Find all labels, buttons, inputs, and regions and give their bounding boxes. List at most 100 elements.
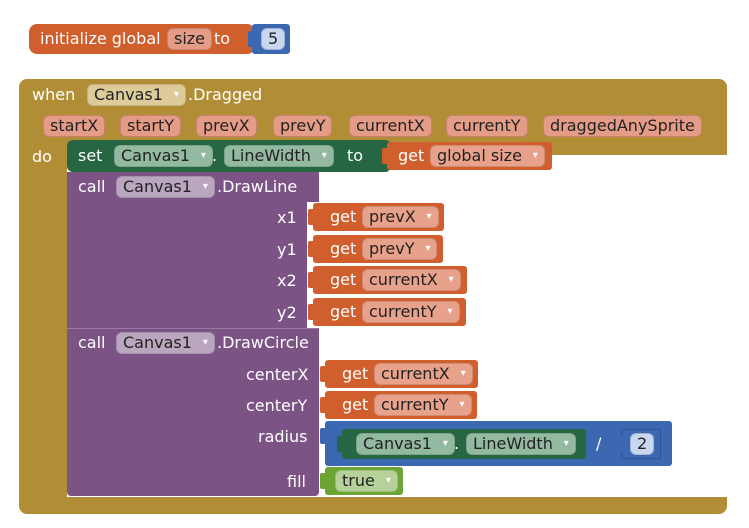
param-currentX[interactable]: currentX (349, 115, 432, 137)
global-var-name-field[interactable]: size (167, 28, 213, 50)
get-var-value: currentY (369, 302, 437, 321)
input-connector-icon (382, 148, 390, 164)
drawcircle-component-dropdown[interactable]: Canvas1 ▾ (116, 332, 215, 354)
get-label: get (342, 395, 369, 414)
get-currentX-block[interactable]: get currentX ▾ (320, 360, 478, 388)
input-connector-icon (308, 241, 316, 257)
get-var-value: global size (437, 146, 522, 165)
dropdown-arrow-icon: ▾ (442, 438, 448, 449)
input-connector-icon (308, 304, 316, 320)
set-component-dropdown[interactable]: Canvas1 ▾ (114, 145, 213, 167)
set-component-value: Canvas1 (121, 146, 190, 165)
param-currentY[interactable]: currentY (446, 115, 528, 137)
input-connector-icon (308, 272, 316, 288)
get-var-dropdown[interactable]: prevX ▾ (362, 206, 439, 228)
fill-value: true (342, 471, 375, 490)
drawline-component-dropdown[interactable]: Canvas1 ▾ (116, 176, 215, 198)
get-label: get (330, 207, 357, 226)
drawcircle-method-label: .DrawCircle (217, 333, 309, 352)
get-label: get (330, 239, 357, 258)
dropdown-arrow-icon: ▾ (532, 150, 538, 161)
param-prevY[interactable]: prevY (273, 115, 333, 137)
initialize-global-block[interactable]: initialize global size to (29, 24, 255, 54)
get-currentX-block[interactable]: get currentX ▾ (308, 266, 467, 294)
set-property-value: LineWidth (231, 146, 311, 165)
input-connector-icon (308, 209, 316, 225)
get-label: get (330, 270, 357, 289)
divide-block[interactable]: Canvas1 ▾ . LineWidth ▾ / 2 (320, 421, 672, 466)
get-global-size-block[interactable]: get global size ▾ (382, 142, 552, 170)
dropdown-arrow-icon: ▾ (202, 337, 208, 348)
radius-component-dropdown[interactable]: Canvas1 ▾ (356, 433, 455, 455)
get-prevX-block[interactable]: get prevX ▾ (308, 203, 444, 231)
arg-label-fill: fill (287, 472, 306, 491)
get-var-dropdown[interactable]: currentY ▾ (362, 301, 460, 323)
drawcircle-call-label: call (78, 333, 106, 352)
divisor-number-block[interactable]: 2 (617, 429, 661, 459)
get-label: get (342, 364, 369, 383)
do-label: do (32, 147, 52, 166)
linewidth-getter-block[interactable]: Canvas1 ▾ . LineWidth ▾ (337, 429, 586, 459)
get-var-value: currentY (381, 395, 449, 414)
arg-label-x1: x1 (277, 208, 297, 227)
get-var-value: currentX (381, 364, 450, 383)
input-connector-icon (320, 366, 328, 382)
dropdown-arrow-icon: ▾ (426, 211, 432, 222)
divisor-number-field[interactable]: 2 (630, 433, 655, 455)
arg-label-x2: x2 (277, 271, 297, 290)
set-to-label: to (347, 146, 364, 165)
dropdown-arrow-icon: ▾ (385, 475, 391, 486)
get-var-value: prevY (369, 239, 415, 258)
dropdown-arrow-icon: ▾ (321, 150, 327, 161)
get-var-dropdown[interactable]: currentX ▾ (374, 363, 473, 385)
get-var-value: prevX (369, 207, 416, 226)
divide-operator-label: / (596, 434, 602, 453)
get-prevY-block[interactable]: get prevY ▾ (308, 235, 443, 263)
event-component-dropdown[interactable]: Canvas1 ▾ (87, 84, 186, 106)
set-linewidth-block[interactable]: set Canvas1 ▾ . LineWidth ▾ to (67, 140, 391, 172)
global-to-label: to (214, 29, 231, 48)
event-component-value: Canvas1 (94, 85, 163, 104)
initialize-global-label: initialize global (40, 29, 161, 48)
get-currentY-block[interactable]: get currentY ▾ (308, 298, 466, 326)
event-block-left-arm (19, 155, 67, 500)
arg-label-y1: y1 (277, 240, 297, 259)
dropdown-arrow-icon: ▾ (447, 306, 453, 317)
get-var-dropdown[interactable]: prevY ▾ (362, 238, 438, 260)
drawline-call-label: call (78, 177, 106, 196)
dropdown-arrow-icon: ▾ (173, 89, 179, 100)
drawline-method-label: .DrawLine (217, 177, 298, 196)
input-connector-icon (337, 436, 345, 452)
get-var-dropdown[interactable]: currentX ▾ (362, 269, 461, 291)
arg-label-y2: y2 (277, 303, 297, 322)
get-currentY-block[interactable]: get currentY ▾ (320, 391, 477, 419)
number-field[interactable]: 5 (261, 28, 286, 50)
input-connector-icon (320, 397, 328, 413)
get-var-dropdown[interactable]: currentY ▾ (374, 394, 472, 416)
param-startX[interactable]: startX (43, 115, 106, 137)
true-block[interactable]: true ▾ (320, 467, 403, 495)
arg-label-centerY: centerY (246, 396, 308, 415)
radius-property-value: LineWidth (473, 434, 553, 453)
radius-property-dropdown[interactable]: LineWidth ▾ (466, 433, 576, 455)
drawline-body (67, 200, 307, 328)
event-block-bottom (19, 497, 727, 514)
input-connector-icon (320, 473, 328, 489)
get-label: get (330, 302, 357, 321)
param-draggedAnySprite[interactable]: draggedAnySprite (543, 115, 702, 137)
get-var-value: currentX (369, 270, 438, 289)
number-block-5[interactable]: 5 (248, 24, 290, 54)
set-property-dropdown[interactable]: LineWidth ▾ (224, 145, 334, 167)
param-startY[interactable]: startY (120, 115, 182, 137)
param-prevX[interactable]: prevX (196, 115, 257, 137)
dropdown-arrow-icon: ▾ (563, 438, 569, 449)
dropdown-arrow-icon: ▾ (460, 368, 466, 379)
drawcircle-component-value: Canvas1 (123, 333, 192, 352)
get-var-dropdown[interactable]: global size ▾ (430, 145, 545, 167)
set-label: set (78, 146, 103, 165)
dropdown-arrow-icon: ▾ (459, 399, 465, 410)
dropdown-arrow-icon: ▾ (425, 243, 431, 254)
fill-value-dropdown[interactable]: true ▾ (335, 470, 398, 492)
input-connector-icon (248, 31, 256, 47)
dropdown-arrow-icon: ▾ (202, 181, 208, 192)
